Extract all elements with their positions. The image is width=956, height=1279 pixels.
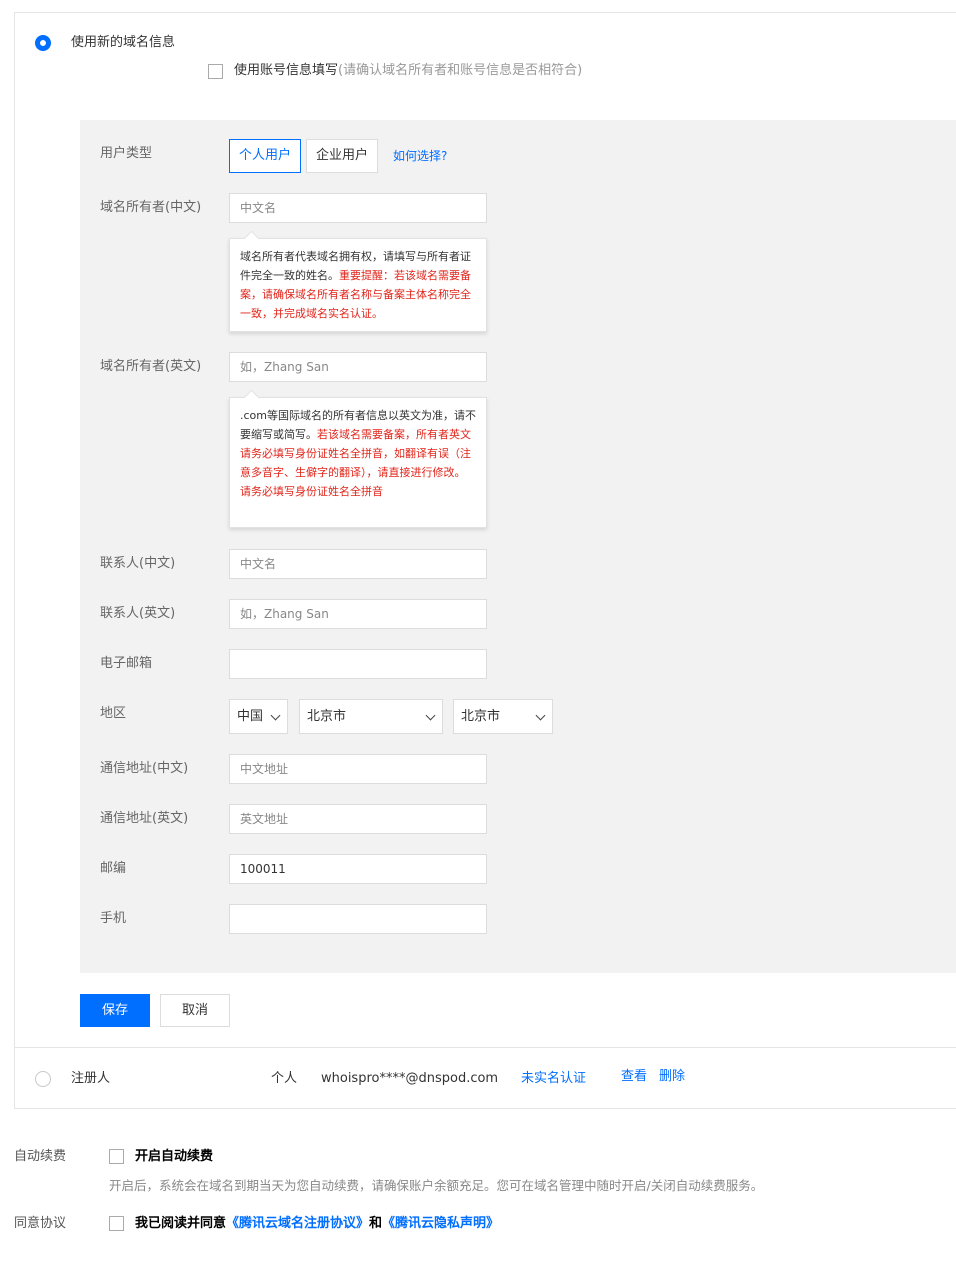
- zip-label: 邮编: [100, 861, 127, 876]
- agreement-label: 同意协议: [14, 1216, 67, 1231]
- cancel-button[interactable]: 取消: [160, 994, 230, 1027]
- zip-input[interactable]: [229, 854, 487, 884]
- owner-en-input[interactable]: [229, 352, 487, 382]
- how-to-choose-link[interactable]: 如何选择?: [393, 147, 447, 165]
- region-city-value: 北京市: [461, 709, 501, 724]
- chevron-down-icon: [425, 710, 436, 721]
- address-cn-input[interactable]: [229, 754, 487, 784]
- region-label: 地区: [100, 706, 127, 721]
- email-label: 电子邮箱: [100, 656, 153, 671]
- contact-en-input[interactable]: [229, 599, 487, 629]
- use-account-info-checkbox[interactable]: [208, 64, 223, 79]
- privacy-statement-link[interactable]: 《腾讯云隐私声明》: [382, 1216, 499, 1231]
- registrant-delete-link[interactable]: 删除: [659, 1068, 685, 1086]
- region-province-value: 北京市: [307, 709, 347, 724]
- agreement-prefix: 我已阅读并同意: [135, 1216, 227, 1231]
- address-cn-label: 通信地址(中文): [100, 761, 189, 776]
- agreement-checkbox[interactable]: [109, 1216, 124, 1231]
- owner-cn-tooltip: 域名所有者代表域名拥有权，请填写与所有者证件完全一致的姓名。重要提醒：若该域名需…: [229, 238, 487, 332]
- email-input[interactable]: [229, 649, 487, 679]
- registrant-view-link[interactable]: 查看: [621, 1068, 647, 1086]
- registrant-form: [80, 120, 956, 973]
- user-type-personal-option[interactable]: 个人用户: [229, 139, 302, 173]
- registrant-radio[interactable]: [35, 1071, 51, 1087]
- save-button[interactable]: 保存: [80, 994, 150, 1027]
- new-domain-info-label: 使用新的域名信息: [71, 35, 176, 50]
- use-account-info-text: 使用账号信息填写: [234, 63, 339, 78]
- registrant-email: whoispro****@dnspod.com: [321, 1071, 499, 1086]
- use-account-info-label: 使用账号信息填写(请确认域名所有者和账号信息是否相符合): [234, 62, 582, 80]
- registrant-label: 注册人: [71, 1071, 111, 1086]
- region-province-select[interactable]: 北京市: [299, 699, 443, 734]
- mobile-label: 手机: [100, 911, 127, 926]
- auto-renew-description: 开启后，系统会在域名到期当天为您自动续费，请确保账户余额充足。您可在域名管理中随…: [109, 1178, 764, 1193]
- owner-en-label: 域名所有者(英文): [100, 359, 202, 374]
- user-type-enterprise-option[interactable]: 企业用户: [306, 139, 379, 173]
- chevron-down-icon: [535, 710, 546, 721]
- region-country-value: 中国: [237, 709, 264, 724]
- owner-cn-input[interactable]: [229, 193, 487, 223]
- chevron-down-icon: [270, 710, 281, 721]
- region-country-select[interactable]: 中国: [229, 699, 288, 734]
- mobile-input[interactable]: [229, 904, 487, 934]
- registrant-verification-status[interactable]: 未实名认证: [521, 1070, 586, 1088]
- new-domain-info-radio[interactable]: [35, 35, 51, 51]
- contact-en-label: 联系人(英文): [100, 606, 176, 621]
- auto-renew-label: 自动续费: [14, 1149, 67, 1164]
- address-en-label: 通信地址(英文): [100, 811, 189, 826]
- owner-en-tooltip: .com等国际域名的所有者信息以英文为准，请不要缩写或简写。若该域名需要备案，所…: [229, 397, 487, 528]
- domain-registration-agreement-link[interactable]: 《腾讯云域名注册协议》: [226, 1216, 369, 1231]
- use-account-info-hint: (请确认域名所有者和账号信息是否相符合): [338, 63, 583, 78]
- auto-renew-checkbox[interactable]: [109, 1149, 124, 1164]
- address-en-input[interactable]: [229, 804, 487, 834]
- agreement-and: 和: [369, 1216, 383, 1231]
- agreement-text: 我已阅读并同意《腾讯云域名注册协议》和《腾讯云隐私声明》: [135, 1215, 499, 1233]
- divider: [14, 1047, 956, 1048]
- auto-renew-checkbox-label: 开启自动续费: [135, 1149, 214, 1164]
- user-type-label: 用户类型: [100, 146, 153, 161]
- region-city-select[interactable]: 北京市: [453, 699, 553, 734]
- contact-cn-label: 联系人(中文): [100, 556, 176, 571]
- contact-cn-input[interactable]: [229, 549, 487, 579]
- owner-cn-label: 域名所有者(中文): [100, 200, 202, 215]
- registrant-type: 个人: [271, 1071, 298, 1086]
